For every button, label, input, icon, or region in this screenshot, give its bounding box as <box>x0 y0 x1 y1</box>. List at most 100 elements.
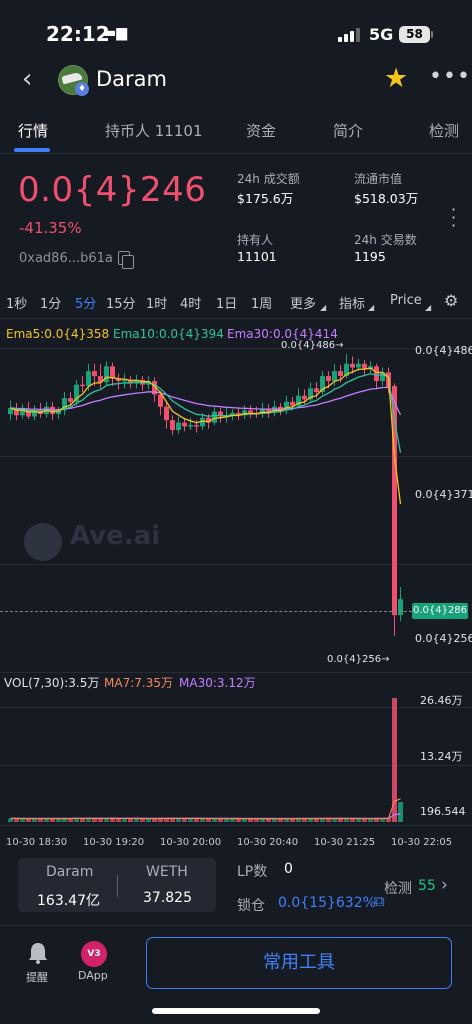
tf-indicators[interactable]: 指标 <box>339 293 365 312</box>
tab-market[interactable]: 行情 <box>18 120 48 141</box>
lock-value[interactable]: 0.0{15}632% <box>278 895 376 911</box>
dapp-icon[interactable]: V3 <box>81 941 107 967</box>
ema10-legend: Ema10:0.0{4}394 <box>113 327 224 341</box>
tf-1w[interactable]: 1周 <box>251 293 272 312</box>
volume-axis-bottom: 196.544 <box>420 805 466 818</box>
volume-bar <box>134 818 139 822</box>
volume-bar <box>80 818 85 822</box>
vol-legend: VOL(7,30):3.5万 <box>4 676 100 690</box>
divider <box>0 925 472 926</box>
check-label[interactable]: 检测 <box>384 878 412 898</box>
current-price-tag: 0.0{4}286 <box>412 603 468 619</box>
volume-bar <box>122 818 127 822</box>
volume-bar <box>224 818 229 822</box>
time-tick: 10-30 21:25 <box>314 837 376 848</box>
time-tick: 10-30 19:20 <box>83 837 145 848</box>
tf-4h[interactable]: 4时 <box>180 293 201 312</box>
token-b-value: 37.825 <box>143 890 192 906</box>
candle-body <box>86 371 91 386</box>
volume-bar <box>194 818 199 822</box>
low-annotation: 0.0{4}256→ <box>327 654 390 665</box>
divider <box>117 875 118 897</box>
candle-body <box>362 363 367 369</box>
dapp-label[interactable]: DApp <box>78 969 108 982</box>
tab-check[interactable]: 检测 <box>429 120 459 141</box>
common-tools-button[interactable]: 常用工具 <box>146 937 452 989</box>
status-time: 22:12 <box>46 22 110 46</box>
alert-label[interactable]: 提醒 <box>26 969 48 985</box>
chevron-price-icon: ◢ <box>425 303 432 312</box>
volume-bar <box>128 818 133 822</box>
time-tick: 10-30 20:00 <box>160 837 222 848</box>
time-tick: 10-30 22:05 <box>391 837 453 848</box>
candle-body <box>356 363 361 368</box>
ema5-legend: Ema5:0.0{4}358 <box>6 327 110 341</box>
copy-icon[interactable] <box>122 255 134 269</box>
tab-funds[interactable]: 资金 <box>246 120 276 141</box>
token-b-label: WETH <box>146 864 188 880</box>
candle-body <box>194 425 199 427</box>
ma30-legend: MA30:3.12万 <box>179 676 256 690</box>
lp-label: LP数 <box>237 864 268 880</box>
tf-1d[interactable]: 1日 <box>216 293 237 312</box>
high-annotation: 0.0{4}486→ <box>281 340 344 351</box>
volume-chart <box>8 698 403 822</box>
candle-body <box>326 376 331 381</box>
kebab-icon[interactable]: · · · <box>451 202 456 234</box>
chevron-more-icon: ◢ <box>320 303 327 312</box>
tf-5m[interactable]: 5分 <box>75 293 96 312</box>
ma7-legend: MA7:7.35万 <box>104 676 173 690</box>
token-title: Daram <box>96 67 167 91</box>
candle-body <box>290 401 295 406</box>
tf-more[interactable]: 更多 <box>290 293 316 312</box>
candle-body <box>104 366 109 383</box>
volume-bar <box>398 802 403 822</box>
favorite-star-icon[interactable]: ★ <box>384 63 408 94</box>
tf-1h[interactable]: 1时 <box>146 293 167 312</box>
check-score[interactable]: 55 <box>418 878 436 894</box>
tx-24h-value: 1195 <box>354 249 386 264</box>
tf-price[interactable]: Price <box>390 293 422 308</box>
volume-bar <box>38 818 43 822</box>
ma7-volume-line <box>10 798 401 820</box>
divider <box>0 318 472 319</box>
bell-icon[interactable] <box>28 942 48 964</box>
tf-1m[interactable]: 1分 <box>40 293 61 312</box>
network-label: 5G <box>369 25 394 44</box>
ema5-line <box>10 367 402 505</box>
volume-bar <box>56 818 61 822</box>
volume-bar <box>368 818 373 822</box>
signal-icon <box>338 28 360 42</box>
contract-address[interactable]: 0xad86...b61a <box>19 251 113 266</box>
time-tick: 10-30 20:40 <box>237 837 299 848</box>
market-cap-label: 流通市值 <box>354 172 403 186</box>
volume-bar <box>314 818 319 822</box>
candle-body <box>80 384 85 387</box>
token-price: 0.0{4}246 <box>18 170 207 210</box>
holders-value: 11101 <box>237 249 277 264</box>
home-indicator <box>152 1008 320 1014</box>
tf-15m[interactable]: 15分 <box>106 293 136 312</box>
candlestick-chart <box>8 354 403 636</box>
chevron-indicator-icon: ◢ <box>368 303 375 312</box>
candle-body <box>68 398 73 402</box>
settings-icon[interactable]: ⚙ <box>444 291 458 310</box>
battery-tip <box>431 31 433 38</box>
volume-bar <box>92 818 97 822</box>
back-icon[interactable]: ‹ <box>22 64 32 94</box>
more-icon[interactable]: ••• <box>429 64 471 89</box>
price-axis-top: 0.0{4}486 <box>415 344 472 357</box>
tab-holders[interactable]: 持币人 11101 <box>105 120 203 141</box>
tf-1s[interactable]: 1秒 <box>6 293 27 312</box>
candle-body <box>248 410 253 413</box>
price-axis-bottom: 0.0{4}256 <box>415 632 472 645</box>
chain-badge-icon: ♦ <box>75 82 89 96</box>
chevron-right-icon[interactable]: › <box>441 875 448 895</box>
candle-body <box>398 599 403 616</box>
candle-body <box>182 422 187 427</box>
tab-intro[interactable]: 简介 <box>333 120 363 141</box>
volume-axis-mid: 13.24万 <box>420 750 463 763</box>
volume-bar <box>68 818 73 822</box>
status-bar: 22:12 ▬▆ 5G 58 <box>0 0 472 62</box>
volume-bar <box>116 818 121 822</box>
